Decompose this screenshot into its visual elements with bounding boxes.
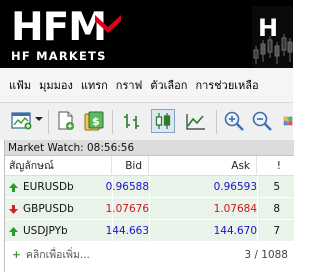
menu-insert[interactable]: แทรก [77,76,112,94]
hfm-logo: HFM HF MARKETS [11,8,131,64]
symbol-name: GBPUSDb [23,203,74,215]
price-up-arrow-icon [9,227,18,236]
bid-price: 1.07676 [105,203,149,215]
column-header-bid[interactable]: Bid [112,156,149,176]
ask-price: 144.670 [213,225,257,237]
toolbar: $ [0,102,293,140]
plus-icon: + [12,249,21,261]
symbol-count: 3 / 1088 [244,249,288,261]
bid-price: 0.96588 [105,181,149,193]
ask-price: 0.96593 [213,181,257,193]
bar-chart-button[interactable] [120,109,144,133]
zoom-in-button[interactable] [222,109,246,133]
chart-window-thumbnail[interactable]: H [252,6,293,68]
menu-charts[interactable]: กราฟ [112,76,147,94]
candlestick-thumbnail-icon: H [253,14,293,64]
menu-file[interactable]: แฟ้ม [5,76,35,94]
market-button[interactable]: $ [82,109,106,133]
toolbar-separator [48,110,49,134]
market-icon: $ [84,111,104,131]
logo-subtitle: HF MARKETS [11,49,107,63]
menu-help[interactable]: การช่วยเหลือ [191,76,262,94]
menu-bar: แฟ้ม มุมมอง แทรก กราฟ ตัวเลือก การช่วยเห… [0,68,293,102]
spread-value: 5 [273,181,280,193]
market-watch-header: สัญลักษณ์ Bid Ask ! [5,156,294,176]
menu-view[interactable]: มุมมอง [35,76,77,94]
menu-options[interactable]: ตัวเลือก [146,76,191,94]
spread-value: 7 [273,225,280,237]
symbol-name: EURUSDb [23,181,74,193]
bid-price: 144.663 [105,225,149,237]
dropdown-arrow-icon[interactable] [35,115,43,123]
quote-row-eurusd[interactable]: EURUSDb 0.96588 0.96593 5 [5,176,294,198]
price-down-arrow-icon [9,205,18,214]
ask-price: 1.07684 [213,203,257,215]
candlestick-button[interactable] [151,109,175,133]
toolbar-separator [112,110,113,134]
candlestick-icon [155,113,171,129]
new-chart-button[interactable] [10,109,34,133]
svg-text:H: H [258,14,278,42]
column-header-ask[interactable]: Ask [149,156,257,176]
add-symbol-label: คลิกเพื่อเพิ่ม... [25,249,90,261]
new-profile-icon [58,111,74,130]
line-chart-button[interactable] [184,109,208,133]
add-symbol-link[interactable]: + คลิกเพื่อเพิ่ม... [12,244,90,266]
line-chart-icon [186,114,205,130]
market-watch-title: Market Watch: 08:56:56 [5,140,294,156]
symbol-name: USDJPYb [23,225,68,237]
zoom-in-icon [224,111,244,131]
svg-text:$: $ [92,115,100,128]
zoom-out-button[interactable] [250,109,274,133]
market-watch-panel: Market Watch: 08:56:56 สัญลักษณ์ Bid Ask… [4,140,294,272]
profiles-button[interactable] [54,109,78,133]
bar-chart-icon [124,114,139,129]
tile-windows-button[interactable] [278,109,293,133]
new-chart-icon [11,112,32,130]
price-up-arrow-icon [9,183,18,192]
column-header-symbol[interactable]: สัญลักษณ์ [5,156,112,176]
tile-windows-icon [283,116,293,126]
market-watch-footer: + คลิกเพื่อเพิ่ม... 3 / 1088 [5,244,294,266]
column-header-spread[interactable]: ! [257,156,294,176]
logo-red-chevron-icon [95,15,121,33]
zoom-out-icon [252,111,272,131]
quote-row-usdjpy[interactable]: USDJPYb 144.663 144.670 7 [5,220,294,242]
toolbar-separator [216,110,217,134]
title-bar: HFM HF MARKETS H [0,0,293,68]
spread-value: 8 [273,203,280,215]
quote-row-gbpusd[interactable]: GBPUSDb 1.07676 1.07684 8 [5,198,294,220]
